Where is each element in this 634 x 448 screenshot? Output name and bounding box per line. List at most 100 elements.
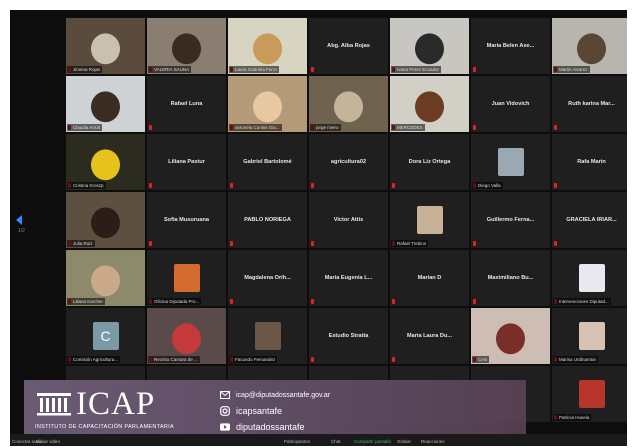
participant-tile[interactable]: Magdalena Orih...: [228, 250, 307, 306]
participant-tile[interactable]: Patricia Huseia: [552, 366, 627, 422]
participants-button[interactable]: Participantes: [284, 439, 310, 444]
muted-mic-icon: [473, 299, 476, 304]
participant-label: Ivana Perez Ecuador: [391, 66, 442, 73]
participant-tile[interactable]: antonela Contini Gia...: [228, 76, 307, 132]
icap-subtitle: INSTITUTO DE CAPACITACIÓN PARLAMENTARIA: [35, 424, 174, 430]
participant-tile[interactable]: Martin Alvarez: [552, 18, 627, 74]
participant-tile[interactable]: Ruth karina Mar...: [552, 76, 627, 132]
participant-tile[interactable]: Maria Laura Du...: [390, 308, 469, 364]
muted-mic-icon: [149, 183, 152, 188]
participant-tile[interactable]: Recinto Camara de ...: [147, 308, 226, 364]
participant-tile[interactable]: Estudio Stratta: [309, 308, 388, 364]
participant-avatar: C: [92, 322, 119, 350]
participant-avatar: [254, 322, 281, 350]
participant-tile[interactable]: Facundo Fernandez: [228, 308, 307, 364]
participant-tile[interactable]: Sofia Musuruana: [147, 192, 226, 248]
participant-name: Juan Vidovich: [491, 101, 530, 107]
start-video-button[interactable]: Iniciar video: [36, 439, 60, 444]
youtube-icon: [220, 422, 230, 432]
participant-tile[interactable]: Marian D: [390, 250, 469, 306]
participant-tile[interactable]: Marisa Urdinarrain: [552, 308, 627, 364]
participant-tile[interactable]: Rafael Trebino: [390, 192, 469, 248]
participant-avatar: [416, 206, 443, 234]
muted-mic-icon: [392, 357, 395, 362]
participant-tile[interactable]: Cristina Kroszp: [66, 134, 145, 190]
participant-tile[interactable]: C Comisión Agricultura...: [66, 308, 145, 364]
participant-name: Maximiliano Bu...: [487, 275, 534, 281]
record-button[interactable]: Grabar: [397, 439, 411, 444]
muted-mic-icon: [473, 67, 476, 72]
participant-label: Marisa Urdinarrain: [553, 356, 599, 363]
participant-tile[interactable]: Jimena Rojas: [66, 18, 145, 74]
participant-label: Laura Gabriela Ferro: [229, 66, 279, 73]
reactions-button[interactable]: Reacciones: [421, 439, 445, 444]
participant-tile[interactable]: Laura Gabriela Ferro: [228, 18, 307, 74]
muted-mic-icon: [311, 357, 314, 362]
muted-mic-icon: [311, 299, 314, 304]
participant-label: Patricia Huseia: [553, 414, 592, 421]
participant-tile[interactable]: Gabriel Bartolomé: [228, 134, 307, 190]
participant-tile[interactable]: Diego Valla: [471, 134, 550, 190]
instagram-icon: [220, 406, 230, 416]
muted-mic-icon: [392, 183, 395, 188]
muted-mic-icon: [311, 241, 314, 246]
participant-label: Jimena Rojas: [67, 66, 103, 73]
participant-tile[interactable]: Dora Liz Ortega: [390, 134, 469, 190]
participant-avatar: [578, 264, 605, 292]
meeting-window: 1/2 Jimena Rojas VALERIA SAUNA Laura Gabri…: [10, 10, 627, 446]
instagram-text: icapsantafe: [236, 406, 283, 416]
participant-name: Maria Eugenia L...: [324, 275, 373, 281]
muted-mic-icon: [554, 241, 557, 246]
participant-name: Dora Liz Ortega: [408, 159, 451, 165]
participant-tile[interactable]: jorge rivero: [309, 76, 388, 132]
participant-tile[interactable]: Abg. Alba Rojas: [309, 18, 388, 74]
page-indicator: 1/2: [18, 228, 25, 234]
chat-button[interactable]: Chat: [331, 439, 341, 444]
participant-tile[interactable]: Juan Vidovich: [471, 76, 550, 132]
participant-tile[interactable]: Liliana Pastur: [147, 134, 226, 190]
participant-tile[interactable]: MERCEDES: [390, 76, 469, 132]
participant-tile[interactable]: Rafael Luna: [147, 76, 226, 132]
muted-mic-icon: [230, 241, 233, 246]
participant-label: VALERIA SAUNA: [148, 66, 192, 73]
participant-name: agricultura02: [330, 159, 367, 165]
muted-mic-icon: [149, 125, 152, 130]
participant-tile[interactable]: Maria Belen Ase...: [471, 18, 550, 74]
participant-label: Rafael Trebino: [391, 240, 429, 247]
participant-label: Martin Alvarez: [553, 66, 590, 73]
participant-tile[interactable]: GRACIELA IRIAR...: [552, 192, 627, 248]
share-screen-button[interactable]: Compartir pantalla: [354, 439, 391, 444]
participant-name: Abg. Alba Rojas: [327, 43, 370, 49]
participant-name: PABLO NORIEGA: [244, 217, 291, 223]
participant-label: Liliana Karcher: [67, 298, 106, 305]
contact-youtube: diputadossantafe: [220, 422, 305, 432]
participant-avatar: [173, 264, 200, 292]
participant-tile[interactable]: PABLO NORIEGA: [228, 192, 307, 248]
participant-tile[interactable]: Liliana Karcher: [66, 250, 145, 306]
participant-label: Intervenciones Diputad...: [553, 298, 611, 305]
participant-tile[interactable]: Guillermo Ferna...: [471, 192, 550, 248]
participant-tile[interactable]: Maximiliano Bu...: [471, 250, 550, 306]
participant-tile[interactable]: VALERIA SAUNA: [147, 18, 226, 74]
previous-page-icon[interactable]: [16, 215, 22, 225]
participant-tile[interactable]: Oficina Diputada Pro...: [147, 250, 226, 306]
participant-tile[interactable]: Celo: [471, 308, 550, 364]
participant-tile[interactable]: Claudia Arruti: [66, 76, 145, 132]
participant-name: Victor Attis: [333, 217, 364, 223]
contact-instagram: icapsantafe: [220, 406, 282, 416]
participant-tile[interactable]: Ivana Perez Ecuador: [390, 18, 469, 74]
muted-mic-icon: [473, 125, 476, 130]
participant-tile[interactable]: agricultura02: [309, 134, 388, 190]
participant-tile[interactable]: Maria Eugenia L...: [309, 250, 388, 306]
muted-mic-icon: [554, 183, 557, 188]
muted-mic-icon: [230, 183, 233, 188]
participant-name: Liliana Pastur: [168, 159, 205, 165]
participant-tile[interactable]: Intervenciones Diputad...: [552, 250, 627, 306]
participant-name: Rafael Luna: [170, 101, 203, 107]
participant-tile[interactable]: Victor Attis: [309, 192, 388, 248]
participant-tile[interactable]: Julia Ruiz: [66, 192, 145, 248]
participant-tile[interactable]: Rafa Marin: [552, 134, 627, 190]
participant-label: MERCEDES: [391, 124, 425, 131]
muted-mic-icon: [392, 299, 395, 304]
participant-label: jorge rivero: [310, 124, 341, 131]
